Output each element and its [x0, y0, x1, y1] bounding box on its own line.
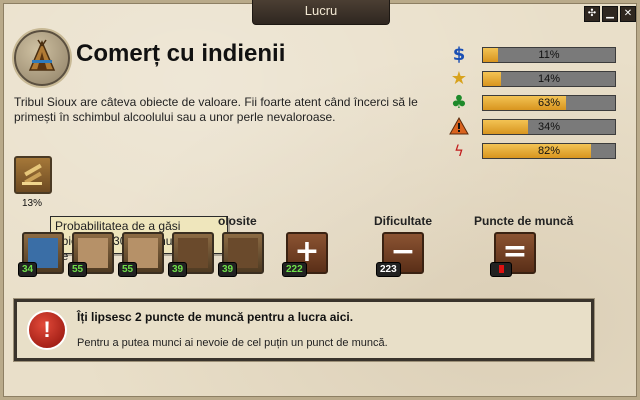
star-icon: ★ — [450, 68, 468, 89]
stat-value: 82% — [537, 145, 561, 157]
warning-box: ! Îți lipsesc 2 puncte de muncă pentru a… — [14, 299, 594, 361]
stat-value: 14% — [537, 73, 561, 85]
work-points-value — [490, 262, 512, 277]
skill-count: 34 — [18, 262, 38, 277]
drop-item-slot[interactable] — [14, 156, 52, 194]
stat-danger: 34% — [448, 116, 618, 137]
used-skills-label: olosite — [218, 214, 257, 228]
skill-count: 55 — [118, 262, 138, 277]
stat-bar: 63% — [482, 95, 616, 111]
skill-count: 39 — [218, 262, 238, 277]
job-title: Comerț cu indienii — [76, 40, 286, 67]
window-controls: ✣ ▁ ✕ — [584, 6, 636, 22]
warning-icon-graphic — [449, 116, 469, 135]
alert-icon: ! — [27, 310, 67, 350]
teepee-icon — [14, 30, 70, 86]
skill-count: 55 — [68, 262, 88, 277]
warning-icon — [448, 116, 470, 137]
stat-bar: 11% — [482, 47, 616, 63]
teepee-icon-graphic — [28, 39, 56, 71]
warning-title: Îți lipsesc 2 puncte de muncă pentru a l… — [77, 310, 354, 324]
stat-bar: 82% — [482, 143, 616, 159]
clover-icon: ♣ — [450, 92, 468, 113]
tools-icon — [22, 163, 42, 185]
stat-experience: ★ 14% — [448, 69, 618, 89]
stat-wages: $ 11% — [448, 45, 618, 65]
dollar-icon: $ — [452, 44, 466, 65]
difficulty-value: 223 — [376, 262, 401, 277]
stat-luck: ♣ 63% — [448, 93, 618, 113]
job-window: Lucru ✣ ▁ ✕ Comerț cu indienii Tribul Si… — [0, 0, 640, 400]
stat-motivation: ϟ 82% — [448, 141, 618, 161]
stat-value: 34% — [537, 121, 561, 133]
warning-text: Pentru a putea munci ai nevoie de cel pu… — [77, 337, 388, 349]
motivation-icon: ϟ — [454, 142, 464, 160]
minimize-button[interactable]: ▁ — [602, 6, 618, 22]
job-description: Tribul Sioux are câteva obiecte de valoa… — [14, 95, 418, 124]
stat-bar: 34% — [482, 119, 616, 135]
difficulty-label: Dificultate — [374, 214, 433, 228]
stat-bar: 14% — [482, 71, 616, 87]
skill-total: 222 — [282, 262, 307, 277]
move-icon[interactable]: ✣ — [584, 6, 600, 22]
window-title: Lucru — [252, 0, 390, 25]
work-points-label: Puncte de muncă — [474, 214, 574, 228]
stat-value: 11% — [538, 49, 560, 61]
drop-chance-label: 13% — [22, 198, 43, 209]
close-button[interactable]: ✕ — [620, 6, 636, 22]
stat-value: 63% — [537, 97, 561, 109]
skill-count: 39 — [168, 262, 188, 277]
